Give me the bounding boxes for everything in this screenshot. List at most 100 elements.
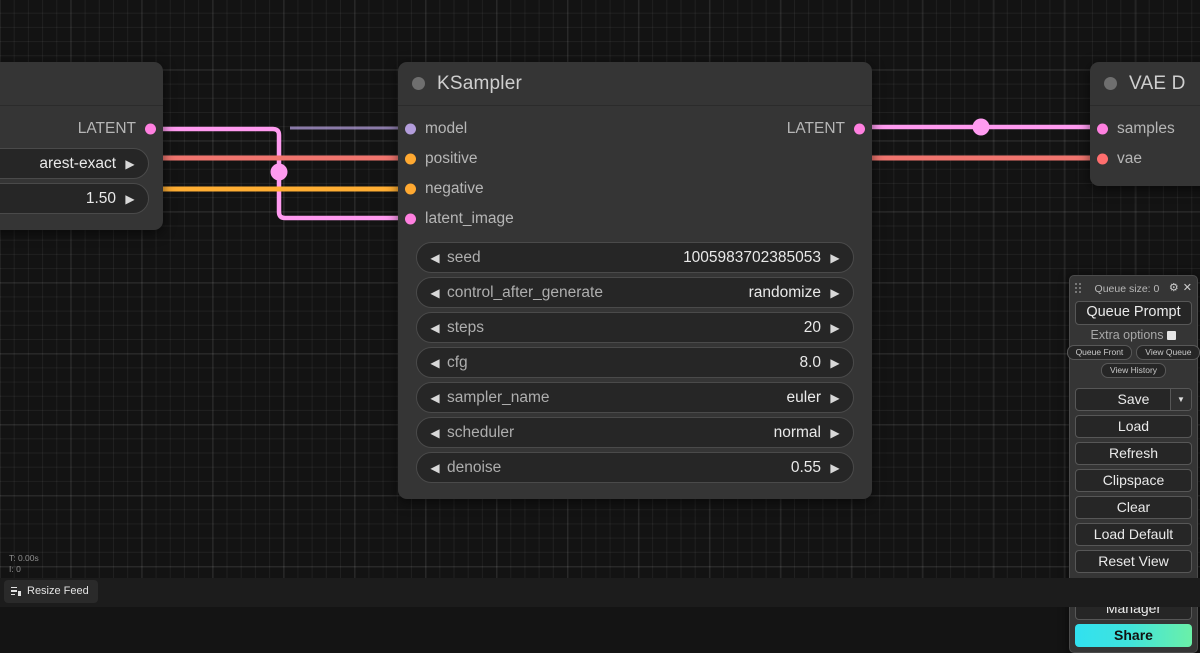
widget-decrement-arrow-icon[interactable]: ◀ (427, 322, 443, 334)
resize-feed-label: Resize Feed (27, 585, 89, 597)
input-slot-label: positive (425, 150, 478, 167)
node-title-text: KSampler (437, 72, 523, 94)
refresh-button[interactable]: Refresh (1075, 442, 1192, 465)
node-body: LATENT arest-exact ▶ 1.50 ▶ (0, 106, 163, 230)
widget-increment-arrow-icon[interactable]: ▶ (827, 287, 843, 299)
node-collapse-dot[interactable] (1104, 77, 1117, 90)
input-pin-vae[interactable] (1097, 153, 1108, 165)
widget-label: scheduler (447, 423, 515, 441)
stats-time: T: 0.00s (9, 553, 39, 563)
drag-handle-icon[interactable] (1075, 283, 1083, 294)
widget-increment-arrow-icon[interactable]: ▶ (827, 252, 843, 264)
widget-scheduler[interactable]: ◀ scheduler normal ▶ (416, 417, 854, 448)
widget-value: 8.0 (799, 353, 821, 371)
node-body: model LATENT positive negative latent_im… (398, 106, 872, 499)
input-pin-negative[interactable] (405, 183, 416, 195)
widget-value: normal (773, 423, 821, 441)
widget-value: arest-exact (39, 154, 116, 172)
node-title-bar[interactable]: VAE D (1090, 62, 1200, 106)
output-slot-latent[interactable]: LATENT (635, 114, 872, 144)
widget-decrement-arrow-icon[interactable]: ◀ (427, 392, 443, 404)
widget-control-after-generate[interactable]: ◀ control_after_generate randomize ▶ (416, 277, 854, 308)
widget-cfg[interactable]: ◀ cfg 8.0 ▶ (416, 347, 854, 378)
widget-value: randomize (748, 283, 821, 301)
widget-sampler-name[interactable]: ◀ sampler_name euler ▶ (416, 382, 854, 413)
widget-seed[interactable]: ◀ seed 1005983702385053 ▶ (416, 242, 854, 273)
node-body: samples vae (1090, 106, 1200, 186)
widget-decrement-arrow-icon[interactable]: ◀ (427, 427, 443, 439)
node-upscale-latent[interactable]: LATENT arest-exact ▶ 1.50 ▶ (0, 62, 163, 230)
input-pin-samples[interactable] (1097, 123, 1108, 135)
clear-button[interactable]: Clear (1075, 496, 1192, 519)
queue-front-button[interactable]: Queue Front (1066, 345, 1133, 360)
load-default-button[interactable]: Load Default (1075, 523, 1192, 546)
save-button-group[interactable]: Save ▼ (1075, 388, 1192, 411)
input-slot-negative[interactable]: negative (398, 174, 872, 204)
extra-options-label: Extra options (1090, 328, 1164, 342)
stats-iterations: I: 0 (9, 564, 21, 574)
input-slot-samples[interactable]: samples (1090, 114, 1200, 144)
widget-increment-arrow-icon[interactable]: ▶ (827, 392, 843, 404)
widget-upscale-method[interactable]: arest-exact ▶ (0, 148, 149, 179)
input-slot-positive[interactable]: positive (398, 144, 872, 174)
widget-increment-arrow-icon[interactable]: ▶ (827, 357, 843, 369)
input-slot-label: vae (1117, 150, 1142, 167)
input-pin-model[interactable] (405, 123, 416, 135)
node-vae-decode[interactable]: VAE D samples vae (1090, 62, 1200, 186)
node-title-bar[interactable] (0, 62, 163, 106)
widget-value: euler (786, 388, 821, 406)
input-pin-positive[interactable] (405, 153, 416, 165)
output-pin-latent[interactable] (145, 123, 156, 135)
widget-increment-arrow-icon[interactable]: ▶ (827, 322, 843, 334)
widget-label: steps (447, 318, 485, 336)
output-slot-latent[interactable]: LATENT (0, 114, 163, 144)
canvas-stats-overlay: T: 0.00s I: 0 (9, 553, 39, 575)
widget-increment-arrow-icon[interactable]: ▶ (827, 427, 843, 439)
input-pin-latent-image[interactable] (405, 213, 416, 225)
extra-options-row[interactable]: Extra options (1075, 328, 1192, 342)
view-history-button[interactable]: View History (1100, 363, 1167, 378)
extra-options-checkbox[interactable] (1167, 330, 1177, 340)
widget-increment-arrow-icon[interactable]: ▶ (122, 193, 138, 205)
queue-prompt-button[interactable]: Queue Prompt (1075, 301, 1192, 325)
history-row: View History (1075, 363, 1192, 378)
share-button[interactable]: Share (1075, 624, 1192, 647)
resize-icon (11, 586, 21, 596)
load-button[interactable]: Load (1075, 415, 1192, 438)
clipspace-button[interactable]: Clipspace (1075, 469, 1192, 492)
node-ksampler[interactable]: KSampler model LATENT positive negative … (398, 62, 872, 499)
input-slot-label: negative (425, 180, 484, 197)
output-slot-label: LATENT (786, 120, 845, 137)
resize-feed-button[interactable]: Resize Feed (4, 580, 98, 603)
widget-denoise[interactable]: ◀ denoise 0.55 ▶ (416, 452, 854, 483)
output-pin-latent[interactable] (854, 123, 865, 135)
gear-icon[interactable]: ⚙ (1169, 283, 1179, 294)
view-queue-button[interactable]: View Queue (1136, 345, 1200, 360)
widget-increment-arrow-icon[interactable]: ▶ (827, 462, 843, 474)
widget-value: 20 (803, 318, 821, 336)
input-slot-latent-image[interactable]: latent_image (398, 204, 872, 234)
input-slot-vae[interactable]: vae (1090, 144, 1200, 174)
input-slot-label: model (425, 120, 468, 137)
widget-decrement-arrow-icon[interactable]: ◀ (427, 462, 443, 474)
widget-decrement-arrow-icon[interactable]: ◀ (427, 252, 443, 264)
menu-header[interactable]: Queue size: 0 ⚙ ✕ (1075, 280, 1192, 297)
node-title-bar[interactable]: KSampler (398, 62, 872, 106)
node-collapse-dot[interactable] (412, 77, 425, 90)
widget-label: denoise (447, 458, 502, 476)
chevron-down-icon[interactable]: ▼ (1170, 389, 1191, 410)
widget-value: 1.50 (85, 189, 116, 207)
widget-decrement-arrow-icon[interactable]: ◀ (427, 287, 443, 299)
widget-scale-by[interactable]: 1.50 ▶ (0, 183, 149, 214)
reset-view-button[interactable]: Reset View (1075, 550, 1192, 573)
widget-label: seed (447, 248, 481, 266)
widget-value: 0.55 (790, 458, 821, 476)
widget-value: 1005983702385053 (683, 248, 821, 266)
widget-label: sampler_name (447, 388, 550, 406)
output-slot-label: LATENT (77, 120, 136, 137)
widget-decrement-arrow-icon[interactable]: ◀ (427, 357, 443, 369)
input-slot-model[interactable]: model (398, 114, 635, 144)
widget-increment-arrow-icon[interactable]: ▶ (122, 158, 138, 170)
close-icon[interactable]: ✕ (1183, 283, 1192, 294)
widget-steps[interactable]: ◀ steps 20 ▶ (416, 312, 854, 343)
